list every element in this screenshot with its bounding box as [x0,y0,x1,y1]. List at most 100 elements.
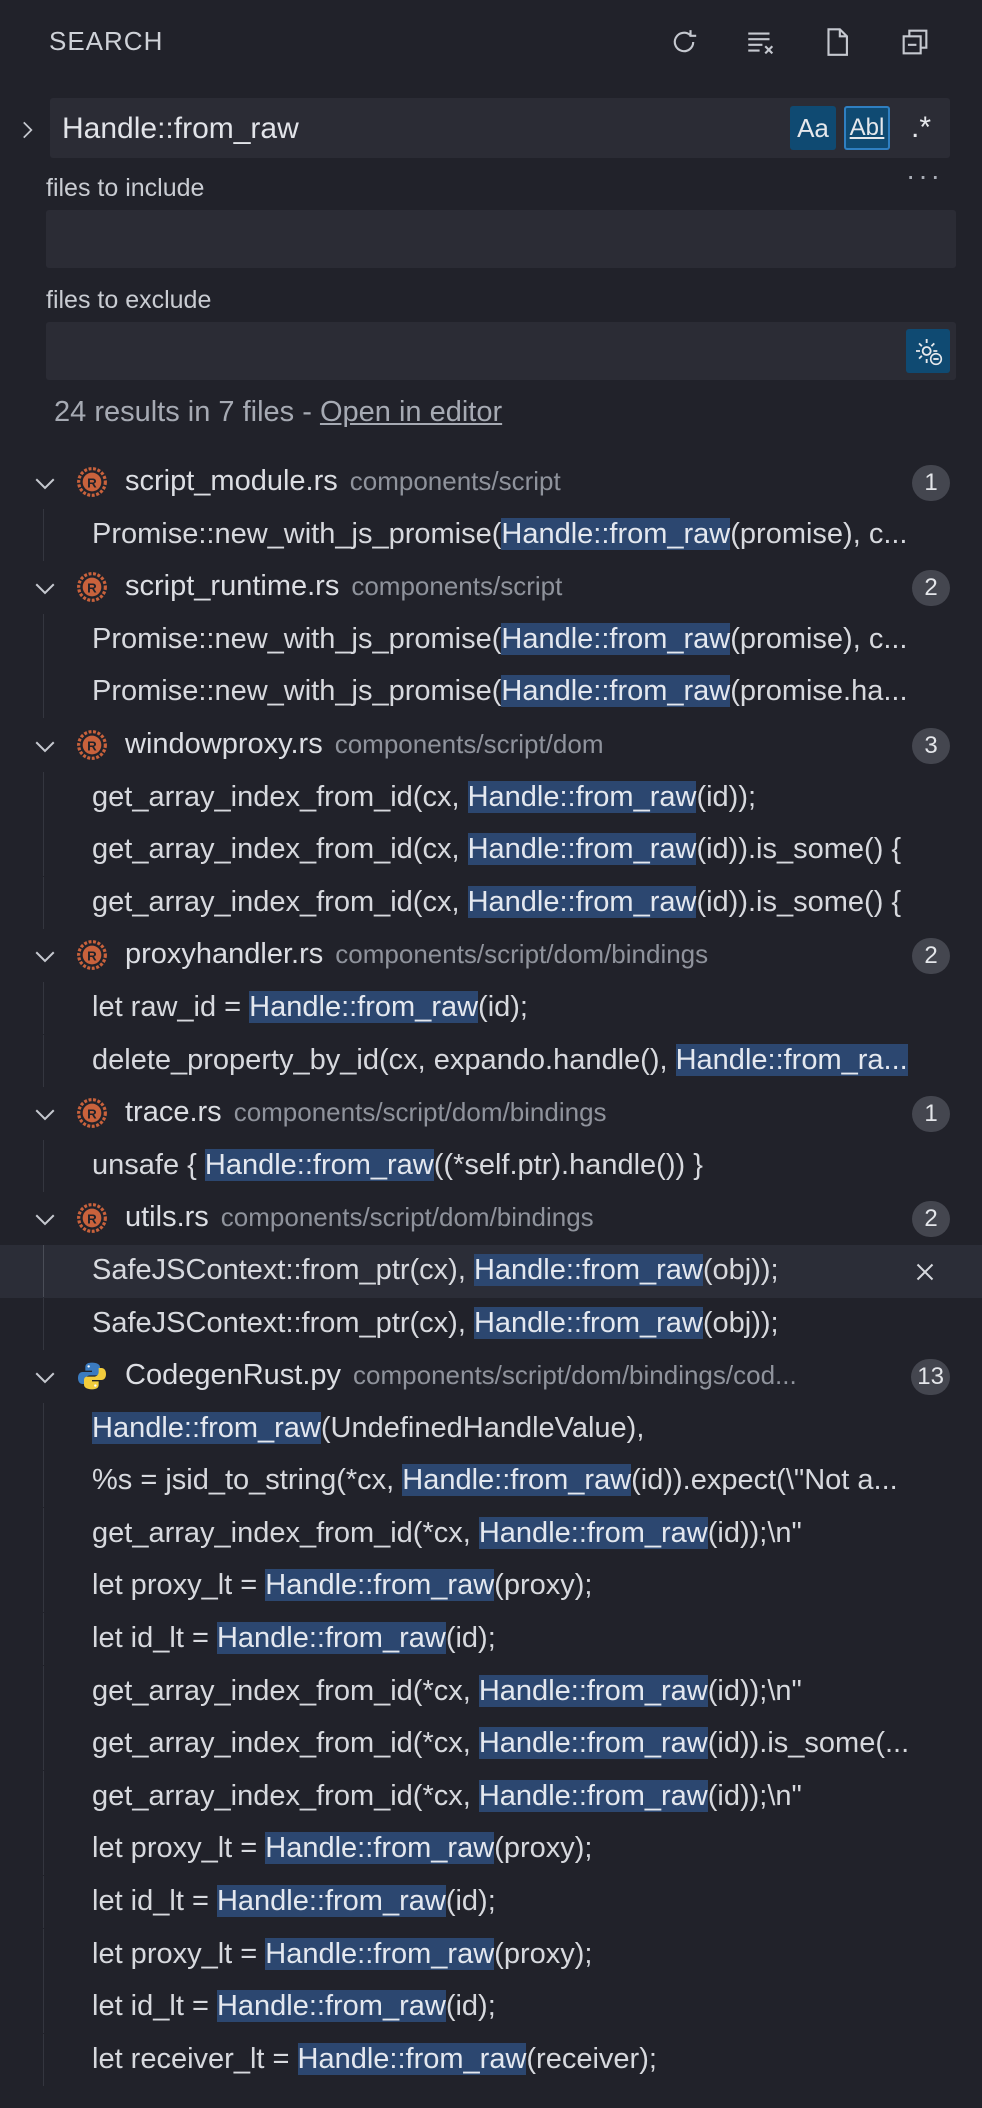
match-result-row[interactable]: let proxy_lt = Handle::from_raw(proxy); [0,1928,982,1982]
match-whole-word-toggle[interactable]: Abl [844,106,890,150]
file-result-row[interactable]: Rwindowproxy.rs components/script/dom 3 [0,719,982,772]
match-result-row[interactable]: delete_property_by_id(cx, expando.handle… [0,1034,982,1088]
match-result-row[interactable]: Promise::new_with_js_promise(Handle::fro… [0,508,982,562]
new-search-editor-button[interactable] [813,18,861,66]
dismiss-result-icon[interactable] [910,1257,940,1287]
file-result-row[interactable]: Rtrace.rs components/script/dom/bindings 1 [0,1087,982,1140]
file-name: windowproxy.rs [125,727,323,760]
match-result-row[interactable]: get_array_index_from_id(cx, Handle::from… [0,824,982,877]
match-suffix: (UndefinedHandleValue), [320,1411,645,1444]
match-count-badge: 13 [911,1359,950,1396]
toggle-replace-button[interactable] [10,108,44,152]
match-result-row[interactable]: Promise::new_with_js_promise(Handle::fro… [0,613,982,667]
match-prefix: let id_lt = [92,1622,217,1655]
file-result-row[interactable]: CodegenRust.py components/script/dom/bind… [0,1350,982,1403]
svg-text:R: R [87,1106,97,1121]
tree-indent-guide [43,1297,44,1350]
match-suffix: (id));\n" [707,1674,802,1707]
match-case-toggle[interactable]: Aa [790,106,836,150]
match-result-row[interactable]: get_array_index_from_id(cx, Handle::from… [0,771,982,825]
rust-file-icon: R [77,572,107,603]
match-prefix: Promise::new_with_js_promise( [92,517,502,550]
match-result-row[interactable]: SafeJSContext::from_ptr(cx), Handle::fro… [0,1297,982,1351]
tree-indent-guide [43,1928,44,1981]
match-prefix: get_array_index_from_id(*cx, [92,1727,479,1760]
tree-indent-guide [43,1507,44,1560]
match-suffix: (obj)); [702,1306,779,1339]
match-result-row[interactable]: SafeJSContext::from_ptr(cx), Handle::fro… [0,1244,982,1298]
match-count-badge: 1 [912,465,950,501]
match-suffix: (id));\n" [707,1779,802,1812]
match-text: unsafe { Handle::from_raw((*self.ptr).ha… [92,1148,703,1182]
match-highlight: Handle::from_raw [216,1990,446,2023]
match-result-row[interactable]: let raw_id = Handle::from_raw(id); [0,981,982,1035]
match-result-row[interactable]: unsafe { Handle::from_raw((*self.ptr).ha… [0,1139,982,1193]
match-result-row[interactable]: let id_lt = Handle::from_raw(id); [0,1613,982,1666]
refresh-button[interactable] [660,18,708,66]
match-highlight: Handle::from_raw [297,2042,527,2075]
tree-indent-guide [43,1139,44,1192]
include-input[interactable] [56,210,910,270]
match-result-row[interactable]: %s = jsid_to_string(*cx, Handle::from_ra… [0,1455,982,1508]
match-result-row[interactable]: get_array_index_from_id(cx, Handle::from… [0,876,982,930]
clear-results-button[interactable] [737,18,785,66]
match-suffix: (promise), c... [730,622,908,655]
use-exclude-settings-button[interactable] [906,329,950,373]
collapse-all-icon [902,29,928,55]
exclude-input[interactable] [56,322,910,382]
match-suffix: (id); [445,1622,496,1655]
svg-text:R: R [87,949,97,964]
file-result-row[interactable]: Rutils.rs components/script/dom/bindings 2 [0,1192,982,1245]
open-in-editor-link[interactable]: Open in editor [320,396,502,428]
file-result-row[interactable]: Rproxyhandler.rs components/script/dom/bi… [0,929,982,982]
file-name: proxyhandler.rs [125,938,324,971]
match-count-badge: 1 [912,1096,950,1133]
match-text: let id_lt = Handle::from_raw(id); [92,1622,496,1655]
refresh-icon [673,30,697,53]
tree-indent-guide [43,1455,44,1508]
match-text: Promise::new_with_js_promise(Handle::fro… [92,622,908,656]
search-box: Aa Abl .* [50,98,950,160]
match-result-row[interactable]: let proxy_lt = Handle::from_raw(proxy); [0,1823,982,1876]
use-regex-toggle[interactable]: .* [898,106,944,150]
match-suffix: (id)).is_some() { [696,885,902,918]
svg-text:R: R [87,581,97,596]
match-highlight: Handle::from_raw [501,675,731,708]
tree-indent-guide [43,876,44,929]
match-result-row[interactable]: Handle::from_raw(UndefinedHandleValue), [0,1402,982,1456]
match-text: SafeJSContext::from_ptr(cx), Handle::fro… [92,1306,779,1340]
match-result-row[interactable]: let id_lt = Handle::from_raw(id); [0,1981,982,2034]
match-text: get_array_index_from_id(cx, Handle::from… [92,780,756,814]
clear-all-icon [748,32,774,55]
match-suffix: (id)).expect(\"Not a... [631,1464,898,1497]
match-text: get_array_index_from_id(cx, Handle::from… [92,885,902,919]
file-name: utils.rs [125,1201,209,1234]
collapse-all-button[interactable] [891,18,939,66]
match-count-badge: 2 [912,570,950,607]
match-prefix: get_array_index_from_id(cx, [92,885,468,918]
match-result-row[interactable]: get_array_index_from_id(*cx, Handle::fro… [0,1665,982,1719]
match-suffix: (id)).is_some() { [696,833,902,866]
match-result-row[interactable]: let id_lt = Handle::from_raw(id); [0,1876,982,1929]
match-result-row[interactable]: let proxy_lt = Handle::from_raw(proxy); [0,1560,982,1613]
match-result-row[interactable]: get_array_index_from_id(*cx, Handle::fro… [0,1507,982,1561]
match-highlight: Handle::from_raw [467,885,697,918]
toggle-search-details-button[interactable]: ··· [906,160,943,192]
file-result-row[interactable]: Rscript_module.rs components/script 1 [0,456,982,509]
tree-indent-guide [43,981,44,1034]
match-prefix: unsafe { [92,1148,205,1181]
match-text: get_array_index_from_id(*cx, Handle::fro… [92,1674,802,1708]
chevron-down-icon [35,1109,55,1121]
tree-indent-guide [43,771,44,824]
match-highlight: Handle::from_raw [216,1622,446,1655]
match-result-row[interactable]: get_array_index_from_id(*cx, Handle::fro… [0,1718,982,1771]
match-text: Promise::new_with_js_promise(Handle::fro… [92,517,908,551]
match-suffix: (proxy); [494,1832,593,1865]
match-result-row[interactable]: get_array_index_from_id(*cx, Handle::fro… [0,1770,982,1824]
match-result-row[interactable]: let receiver_lt = Handle::from_raw(recei… [0,2033,982,2087]
rust-file-icon: R [77,1098,107,1129]
file-result-row[interactable]: Rscript_runtime.rs components/script 2 [0,561,982,614]
search-input[interactable] [60,98,784,160]
match-prefix: get_array_index_from_id(*cx, [92,1779,479,1812]
match-result-row[interactable]: Promise::new_with_js_promise(Handle::fro… [0,666,982,719]
